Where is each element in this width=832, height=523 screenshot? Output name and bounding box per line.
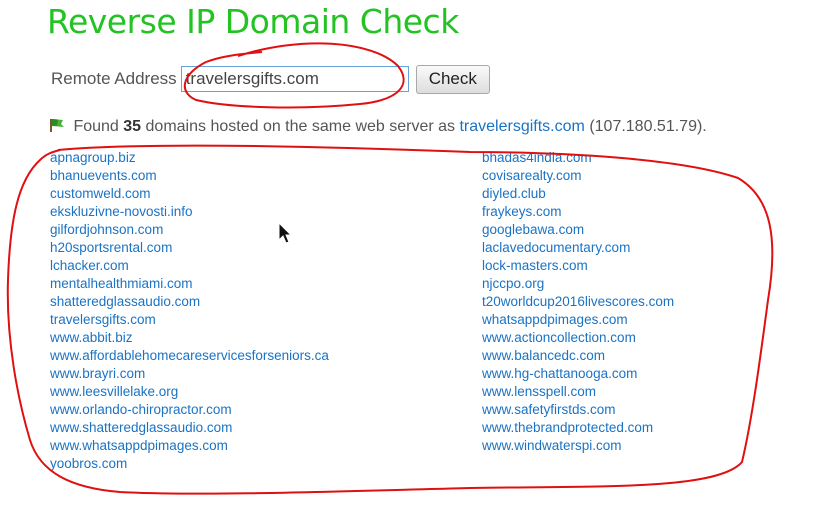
domain-list-right: bhadas4india.com covisarealty.com diyled.c…: [482, 150, 674, 456]
domain-link[interactable]: bhadas4india.com: [482, 150, 592, 165]
flag-icon: [50, 119, 64, 132]
domain-link[interactable]: t20worldcup2016livescores.com: [482, 294, 674, 309]
domain-link[interactable]: laclavedocumentary.com: [482, 240, 630, 255]
domain-list-item: googlebawa.com: [482, 222, 674, 240]
mouse-pointer-icon: [278, 222, 293, 244]
page-title: Reverse IP Domain Check: [47, 2, 459, 41]
check-button[interactable]: Check: [415, 64, 490, 94]
domain-link[interactable]: www.hg-chattanooga.com: [482, 366, 637, 381]
domain-list-item: www.brayri.com: [50, 366, 329, 384]
domain-list-item: njccpo.org: [482, 276, 674, 294]
domain-list-item: www.lensspell.com: [482, 384, 674, 402]
domain-list-item: apnagroup.biz: [50, 150, 329, 168]
domain-link[interactable]: whatsappdpimages.com: [482, 312, 628, 327]
results-summary: Found 35 domains hosted on the same web …: [49, 118, 707, 136]
domain-link[interactable]: www.whatsappdpimages.com: [50, 438, 228, 453]
domain-list-item: www.shatteredglassaudio.com: [50, 420, 329, 438]
summary-prefix: Found: [73, 118, 119, 135]
domain-count: 35: [123, 118, 142, 135]
domain-link[interactable]: customweld.com: [50, 186, 151, 201]
domain-list-item: www.affordablehomecareservicesforseniors…: [50, 348, 329, 366]
domain-link[interactable]: www.brayri.com: [50, 366, 145, 381]
domain-link[interactable]: apnagroup.biz: [50, 150, 136, 165]
domain-link[interactable]: bhanuevents.com: [50, 168, 157, 183]
domain-link[interactable]: njccpo.org: [482, 276, 544, 291]
domain-list-item: www.leesvillelake.org: [50, 384, 329, 402]
domain-link[interactable]: shatteredglassaudio.com: [50, 294, 200, 309]
remote-address-input[interactable]: [180, 66, 409, 92]
domain-list-item: bhadas4india.com: [482, 150, 674, 168]
domain-list-item: www.balancedc.com: [482, 348, 674, 366]
domain-link[interactable]: ekskluzivne-novosti.info: [50, 204, 193, 219]
domain-list-item: t20worldcup2016livescores.com: [482, 294, 674, 312]
domain-link[interactable]: diyled.club: [482, 186, 546, 201]
domain-link[interactable]: covisarealty.com: [482, 168, 582, 183]
domain-list-item: mentalhealthmiami.com: [50, 276, 329, 294]
queried-domain-link[interactable]: travelersgifts.com: [459, 118, 584, 135]
domain-link[interactable]: www.safetyfirstds.com: [482, 402, 616, 417]
domain-list-item: diyled.club: [482, 186, 674, 204]
domain-list-item: www.actioncollection.com: [482, 330, 674, 348]
domain-link[interactable]: www.orlando-chiropractor.com: [50, 402, 232, 417]
domain-list-item: ekskluzivne-novosti.info: [50, 204, 329, 222]
domain-link[interactable]: www.actioncollection.com: [482, 330, 636, 345]
domain-list-left: apnagroup.biz bhanuevents.com customweld.c…: [50, 150, 329, 474]
domain-link[interactable]: fraykeys.com: [482, 204, 562, 219]
lookup-form: Remote Address Check: [51, 63, 490, 95]
domain-link[interactable]: lchacker.com: [50, 258, 129, 273]
domain-link[interactable]: lock-masters.com: [482, 258, 588, 273]
domain-list-item: customweld.com: [50, 186, 329, 204]
domain-list-item: www.thebrandprotected.com: [482, 420, 674, 438]
domain-list-item: fraykeys.com: [482, 204, 674, 222]
domain-list-item: www.windwaterspi.com: [482, 438, 674, 456]
domain-list-item: www.safetyfirstds.com: [482, 402, 674, 420]
domain-link[interactable]: www.balancedc.com: [482, 348, 605, 363]
domain-list-item: lock-masters.com: [482, 258, 674, 276]
domain-list-item: www.whatsappdpimages.com: [50, 438, 329, 456]
domain-list-item: laclavedocumentary.com: [482, 240, 674, 258]
domain-list-item: lchacker.com: [50, 258, 329, 276]
domain-list-item: travelersgifts.com: [50, 312, 329, 330]
domain-link[interactable]: h20sportsrental.com: [50, 240, 172, 255]
domain-link[interactable]: www.windwaterspi.com: [482, 438, 622, 453]
domain-list-item: whatsappdpimages.com: [482, 312, 674, 330]
domain-link[interactable]: gilfordjohnson.com: [50, 222, 163, 237]
domain-list-item: covisarealty.com: [482, 168, 674, 186]
domain-link[interactable]: www.lensspell.com: [482, 384, 596, 399]
domain-list-item: www.hg-chattanooga.com: [482, 366, 674, 384]
remote-address-label: Remote Address: [51, 69, 177, 88]
domain-list-item: bhanuevents.com: [50, 168, 329, 186]
domain-list-item: shatteredglassaudio.com: [50, 294, 329, 312]
summary-text: domains hosted on the same web server as: [145, 118, 456, 135]
domain-link[interactable]: googlebawa.com: [482, 222, 584, 237]
domain-link[interactable]: www.abbit.biz: [50, 330, 133, 345]
domain-list-item: yoobros.com: [50, 456, 329, 474]
domain-list-item: www.orlando-chiropractor.com: [50, 402, 329, 420]
domain-link[interactable]: www.shatteredglassaudio.com: [50, 420, 232, 435]
domain-link[interactable]: www.leesvillelake.org: [50, 384, 178, 399]
server-ip: (107.180.51.79).: [589, 118, 707, 135]
domain-link[interactable]: www.thebrandprotected.com: [482, 420, 653, 435]
domain-link[interactable]: yoobros.com: [50, 456, 127, 471]
domain-link[interactable]: www.affordablehomecareservicesforseniors…: [50, 348, 329, 363]
domain-link[interactable]: mentalhealthmiami.com: [50, 276, 193, 291]
domain-list-item: www.abbit.biz: [50, 330, 329, 348]
domain-link[interactable]: travelersgifts.com: [50, 312, 156, 327]
